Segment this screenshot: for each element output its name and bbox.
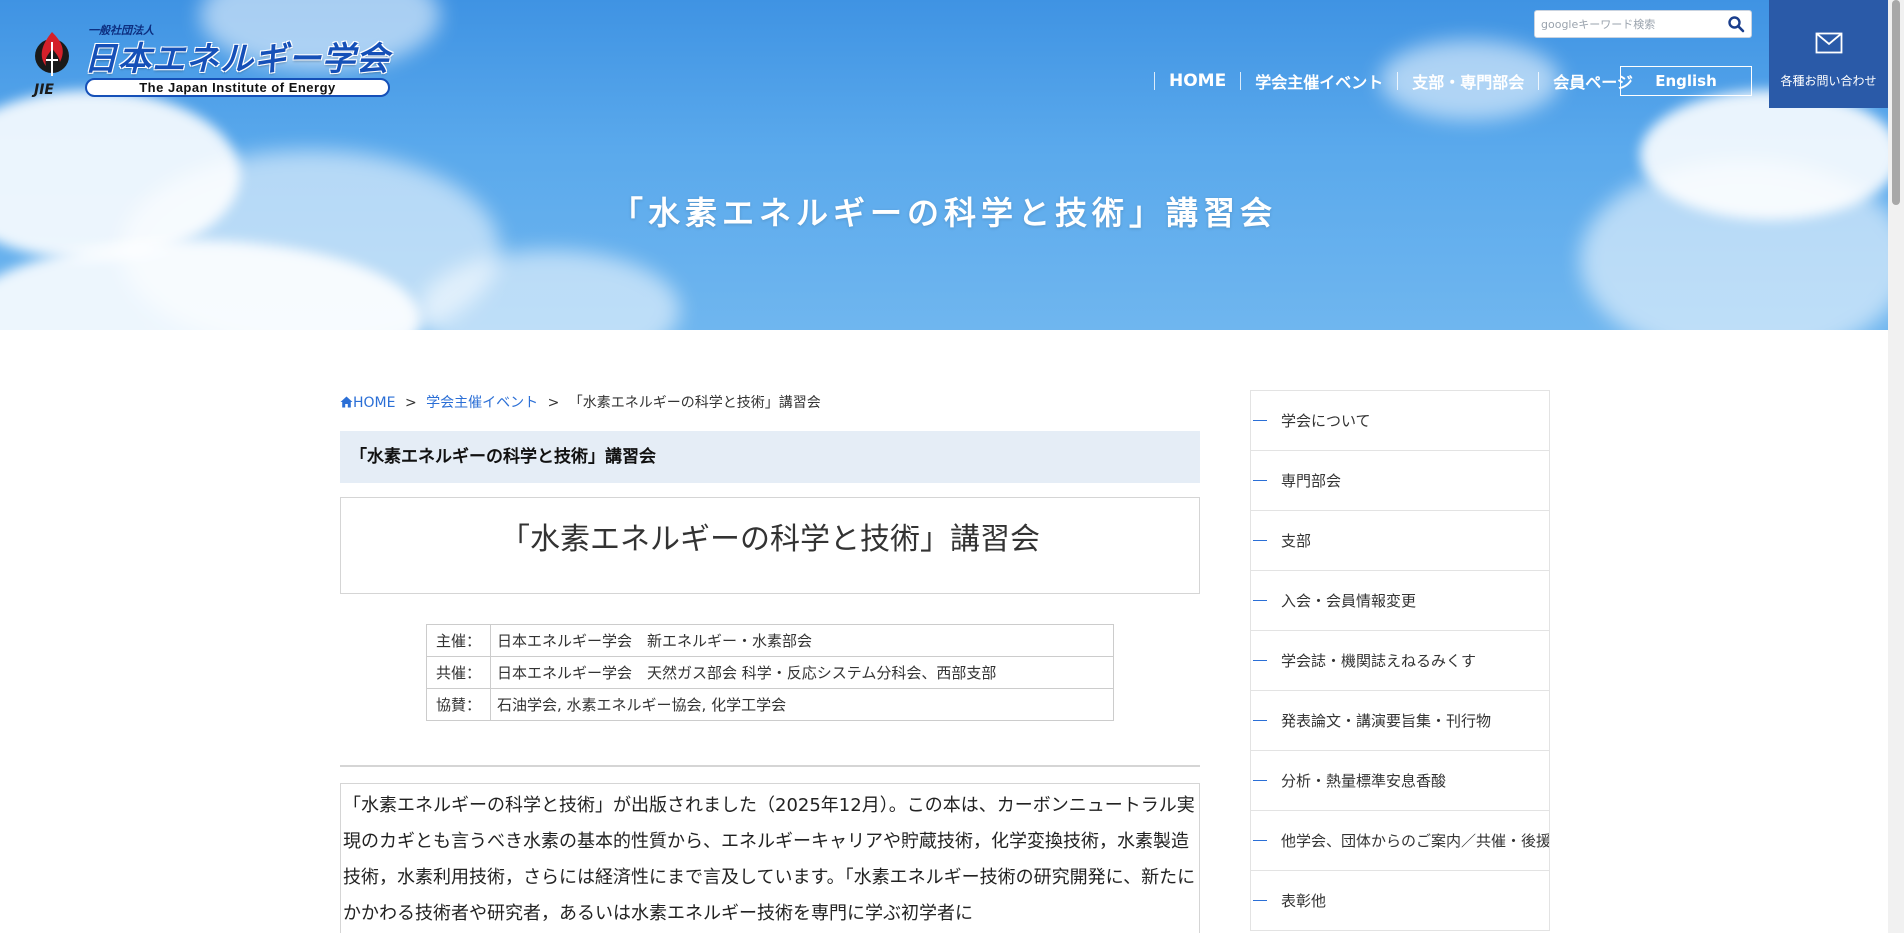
nav-separator: [1538, 72, 1540, 90]
sidebar-item-membership[interactable]: 入会・会員情報変更: [1251, 571, 1549, 631]
cloud: [1580, 160, 1888, 330]
info-value: 日本エネルギー学会 新エネルギー・水素部会: [490, 624, 1114, 657]
contact-button[interactable]: 各種お問い合わせ: [1769, 0, 1888, 108]
section-divider: [340, 765, 1200, 767]
scrollbar-thumb[interactable]: [1892, 0, 1900, 205]
event-info-table: 主催： 日本エネルギー学会 新エネルギー・水素部会 共催： 日本エネルギー学会 …: [426, 624, 1114, 721]
sidebar-item-awards[interactable]: 表彰他: [1251, 871, 1549, 931]
table-row: 協賛： 石油学会, 水素エネルギー協会, 化学工学会: [426, 688, 1114, 721]
nav-branches[interactable]: 支部・専門部会: [1412, 69, 1524, 93]
breadcrumb-home[interactable]: HOME: [340, 395, 395, 411]
search-input[interactable]: [1535, 11, 1721, 37]
dash-icon: [1253, 660, 1267, 661]
dash-icon: [1253, 600, 1267, 601]
dash-icon: [1253, 840, 1267, 841]
page-title-bar: 「水素エネルギーの科学と技術」講習会: [340, 431, 1200, 483]
logo-name-en: The Japan Institute of Energy: [85, 78, 390, 97]
sidebar-item-label: 発表論文・講演要旨集・刊行物: [1281, 712, 1492, 730]
sidebar-item-label: 入会・会員情報変更: [1281, 592, 1417, 610]
info-key: 主催：: [426, 624, 491, 657]
sidebar-item-label: 学会について: [1281, 412, 1371, 430]
jie-flame-icon: [35, 32, 69, 76]
info-key: 共催：: [426, 656, 491, 689]
page-scrollbar[interactable]: [1888, 0, 1904, 933]
breadcrumb-separator: >: [404, 395, 417, 411]
sidebar-item-publications[interactable]: 発表論文・講演要旨集・刊行物: [1251, 691, 1549, 751]
event-description-box: 「水素エネルギーの科学と技術」が出版されました（2025年12月）。この本は、カ…: [340, 783, 1200, 933]
sidebar-item-label: 他学会、団体からのご案内／共催・後援: [1281, 832, 1549, 850]
event-heading: 「水素エネルギーの科学と技術」講習会: [500, 522, 1040, 557]
dash-icon: [1253, 780, 1267, 781]
contact-label: 各種お問い合わせ: [1780, 74, 1877, 88]
sidebar-item-label: 専門部会: [1281, 472, 1342, 490]
dash-icon: [1253, 420, 1267, 421]
table-row: 共催： 日本エネルギー学会 天然ガス部会 科学・反応システム分科会、西部支部: [426, 656, 1114, 689]
dash-icon: [1253, 720, 1267, 721]
sidebar-item-benzoic-acid[interactable]: 分析・熱量標準安息香酸: [1251, 751, 1549, 811]
sidebar-item-label: 分析・熱量標準安息香酸: [1281, 772, 1447, 790]
info-value: 石油学会, 水素エネルギー協会, 化学工学会: [490, 688, 1114, 721]
info-value: 日本エネルギー学会 天然ガス部会 科学・反応システム分科会、西部支部: [490, 656, 1114, 689]
dash-icon: [1253, 540, 1267, 541]
sidebar-item-other-societies[interactable]: 他学会、団体からのご案内／共催・後援: [1251, 811, 1549, 871]
logo-mark-label: JIE: [34, 82, 54, 98]
event-heading-box: 「水素エネルギーの科学と技術」講習会: [340, 497, 1200, 594]
hero-banner: JIE 一般社団法人 日本エネルギー学会 The Japan Institute…: [0, 0, 1888, 330]
breadcrumb-home-label: HOME: [353, 395, 396, 411]
breadcrumb-current: 「水素エネルギーの科学と技術」講習会: [568, 395, 821, 411]
sidebar-item-about[interactable]: 学会について: [1251, 391, 1549, 451]
info-key: 協賛：: [426, 688, 491, 721]
sidebar-menu: 学会について 専門部会 支部 入会・会員情報変更 学会誌・機関誌えねるみくす 発…: [1250, 390, 1550, 931]
table-row: 主催： 日本エネルギー学会 新エネルギー・水素部会: [426, 624, 1114, 657]
sidebar-item-divisions[interactable]: 専門部会: [1251, 451, 1549, 511]
hero-title: 「水素エネルギーの科学と技術」講習会: [610, 194, 1277, 232]
sidebar-item-branches[interactable]: 支部: [1251, 511, 1549, 571]
search-box: [1534, 10, 1752, 38]
nav-separator: [1154, 72, 1155, 90]
breadcrumb-separator: >: [547, 395, 560, 411]
main-nav: HOME 学会主催イベント 支部・専門部会 会員ページ: [1140, 66, 1633, 96]
home-icon: [340, 396, 353, 408]
sidebar-item-label: 学会誌・機関誌えねるみくす: [1281, 652, 1477, 670]
nav-separator: [1240, 72, 1242, 90]
sidebar-item-label: 表彰他: [1281, 892, 1327, 910]
breadcrumb: HOME > 学会主催イベント > 「水素エネルギーの科学と技術」講習会: [340, 392, 821, 412]
nav-events[interactable]: 学会主催イベント: [1255, 69, 1383, 93]
search-icon[interactable]: [1727, 15, 1745, 33]
dash-icon: [1253, 900, 1267, 901]
event-description: 「水素エネルギーの科学と技術」が出版されました（2025年12月）。この本は、カ…: [343, 795, 1196, 924]
sidebar-item-journal[interactable]: 学会誌・機関誌えねるみくす: [1251, 631, 1549, 691]
nav-separator: [1397, 72, 1399, 90]
english-button[interactable]: English: [1620, 66, 1752, 96]
breadcrumb-events[interactable]: 学会主催イベント: [426, 395, 538, 411]
mail-icon: [1815, 32, 1843, 54]
logo-name-ja: 日本エネルギー学会: [84, 39, 390, 78]
nav-home[interactable]: HOME: [1169, 71, 1226, 91]
sidebar-item-label: 支部: [1281, 532, 1312, 550]
dash-icon: [1253, 480, 1267, 481]
site-logo[interactable]: JIE 一般社団法人 日本エネルギー学会 The Japan Institute…: [30, 22, 400, 100]
